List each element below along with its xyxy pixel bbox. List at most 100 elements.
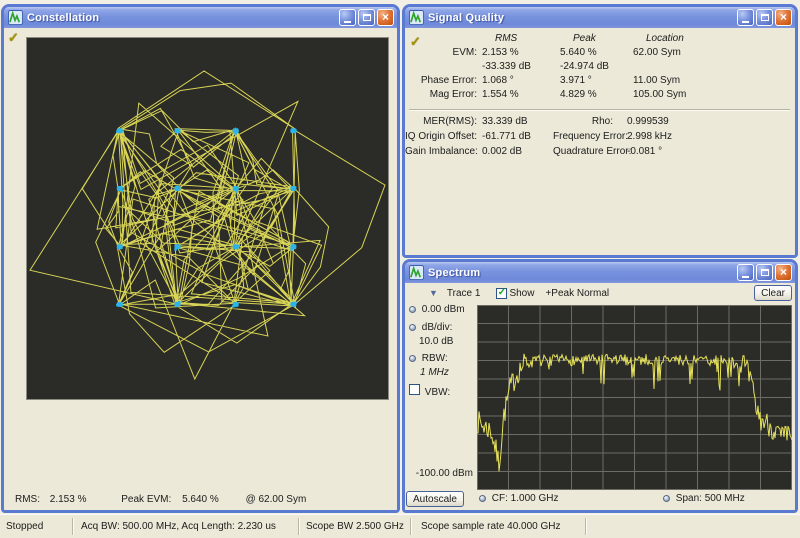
quadrature-error-value: -0.081 ° — [618, 146, 795, 157]
mag-error-peak: 4.829 % — [560, 89, 633, 100]
application-workspace: Constellation × ✓ RMS: 2.153 % Peak EVM:… — [0, 0, 800, 537]
spectrum-window: Spectrum × ▼ Trace 1 ✓ Show +Peak Normal… — [402, 259, 798, 513]
spectrum-titlebar[interactable]: Spectrum × — [405, 262, 795, 283]
peak-evm-value: 5.640 % — [182, 494, 219, 505]
signal-quality-client: ✓ RMS Peak Location EVM: 2.153 % 5.640 %… — [405, 28, 795, 255]
db-div-knob-icon[interactable] — [409, 324, 416, 331]
peak-evm-label: Peak EVM: — [121, 494, 171, 505]
frequency-error-label: Frequency Error: — [553, 131, 618, 142]
constellation-status-line: RMS: 2.153 % Peak EVM: 5.640 % @ 62.00 S… — [15, 494, 306, 505]
mag-error-rms: 1.554 % — [482, 89, 560, 100]
run-state-status: Stopped — [0, 518, 73, 535]
chevron-down-icon[interactable]: ▼ — [429, 288, 438, 298]
minimize-button[interactable] — [737, 9, 754, 26]
minimize-button[interactable] — [737, 264, 754, 281]
maximize-button[interactable] — [756, 9, 773, 26]
app-icon — [409, 10, 424, 25]
maximize-button[interactable] — [358, 9, 375, 26]
column-header-peak: Peak — [560, 33, 633, 44]
show-checkbox[interactable]: ✓ — [496, 288, 507, 299]
app-icon — [8, 10, 23, 25]
rbw-label[interactable]: RBW: — [422, 353, 448, 364]
scope-sample-rate-status: Scope sample rate 40.000 GHz — [411, 518, 586, 535]
phase-error-peak: 3.971 ° — [560, 75, 633, 86]
iq-origin-offset-label: IQ Origin Offset: — [405, 131, 482, 142]
vbw-checkbox[interactable] — [409, 384, 420, 395]
constellation-window: Constellation × ✓ RMS: 2.153 % Peak EVM:… — [1, 4, 400, 513]
acquisition-status: Acq BW: 500.00 MHz, Acq Length: 2.230 us — [73, 518, 299, 535]
rms-label: RMS: — [15, 494, 40, 505]
quadrature-error-label: Quadrature Error: — [553, 146, 618, 157]
status-spacer — [586, 518, 800, 535]
constellation-titlebar[interactable]: Constellation × — [4, 7, 397, 28]
section-divider — [409, 109, 790, 111]
column-header-location: Location — [633, 33, 795, 44]
gain-imbalance-label: Gain Imbalance: — [405, 146, 482, 157]
signal-quality-titlebar[interactable]: Signal Quality × — [405, 7, 795, 28]
phase-error-location: 11.00 Sym — [633, 75, 795, 86]
mag-error-location: 105.00 Sym — [633, 89, 795, 100]
constellation-plot[interactable] — [26, 37, 389, 400]
close-button[interactable]: × — [775, 264, 792, 281]
rbw-value[interactable]: 1 MHz — [420, 367, 449, 378]
frequency-error-value: 2.998 kHz — [618, 131, 795, 142]
autoscale-button[interactable]: Autoscale — [406, 491, 464, 507]
analysis-valid-check-icon: ✓ — [8, 31, 19, 44]
center-frequency-control[interactable]: CF: 1.000 GHz — [479, 493, 558, 504]
spectrum-toolbar: ▼ Trace 1 ✓ Show +Peak Normal Clear — [405, 283, 795, 303]
bottom-level-value[interactable]: -100.00 dBm — [405, 468, 473, 479]
spectrum-trace — [477, 305, 792, 490]
status-bar: Stopped Acq BW: 500.00 MHz, Acq Length: … — [0, 514, 800, 538]
close-button[interactable]: × — [775, 9, 792, 26]
evm-rms-db: -33.339 dB — [482, 61, 560, 72]
signal-quality-window: Signal Quality × ✓ RMS Peak Location EVM… — [402, 4, 798, 258]
show-label: Show — [509, 288, 534, 299]
row-label: Phase Error: — [405, 75, 482, 86]
constellation-client: ✓ RMS: 2.153 % Peak EVM: 5.640 % @ 62.00… — [4, 28, 397, 510]
spectrum-left-panel: 0.00 dBm dB/div: 10.0 dB RBW: 1 MHz — [405, 303, 477, 510]
rbw-knob-icon[interactable] — [409, 355, 416, 362]
rms-value: 2.153 % — [50, 494, 87, 505]
span-value[interactable]: Span: 500 MHz — [676, 493, 745, 504]
signal-quality-table: RMS Peak Location EVM: 2.153 % 5.640 % 6… — [405, 31, 795, 101]
row-label: Mag Error: — [405, 89, 482, 100]
iq-origin-offset-value: -61.771 dB — [482, 131, 553, 142]
evm-location: 62.00 Sym — [633, 47, 795, 58]
signal-quality-summary: MER(RMS): 33.339 dB Rho: 0.999539 IQ Ori… — [405, 114, 795, 159]
row-label: EVM: — [405, 47, 482, 58]
minimize-button[interactable] — [339, 9, 356, 26]
evm-peak: 5.640 % — [560, 47, 633, 58]
ref-level-value[interactable]: 0.00 dBm — [422, 304, 465, 315]
mer-label: MER(RMS): — [405, 116, 482, 127]
rho-value: 0.999539 — [618, 116, 795, 127]
constellation-trace — [27, 38, 388, 399]
db-div-label[interactable]: dB/div: — [422, 322, 453, 333]
cf-value[interactable]: CF: 1.000 GHz — [492, 493, 559, 504]
rho-label: Rho: — [553, 116, 618, 127]
window-title: Constellation — [27, 12, 339, 24]
mer-value: 33.339 dB — [482, 116, 553, 127]
cf-knob-icon[interactable] — [479, 495, 486, 502]
evm-rms: 2.153 % — [482, 47, 560, 58]
clear-button[interactable]: Clear — [754, 285, 792, 301]
spectrum-plot[interactable] — [477, 305, 792, 490]
db-div-value[interactable]: 10.0 dB — [419, 336, 453, 347]
vbw-label: VBW: — [425, 387, 450, 398]
trace-selector[interactable]: Trace 1 — [447, 288, 481, 299]
peak-location-value: @ 62.00 Sym — [246, 494, 307, 505]
span-control[interactable]: Span: 500 MHz — [663, 493, 745, 504]
app-icon — [409, 265, 424, 280]
phase-error-rms: 1.068 ° — [482, 75, 560, 86]
close-button[interactable]: × — [377, 9, 394, 26]
scope-bw-status: Scope BW 2.500 GHz — [299, 518, 411, 535]
spectrum-client: ▼ Trace 1 ✓ Show +Peak Normal Clear 0.00… — [405, 283, 795, 510]
gain-imbalance-value: 0.002 dB — [482, 146, 553, 157]
evm-peak-db: -24.974 dB — [560, 61, 633, 72]
span-knob-icon[interactable] — [663, 495, 670, 502]
ref-level-knob-icon[interactable] — [409, 306, 416, 313]
window-title: Spectrum — [428, 267, 737, 279]
window-title: Signal Quality — [428, 12, 737, 24]
column-header-rms: RMS — [482, 33, 560, 44]
detector-mode-label[interactable]: +Peak Normal — [545, 288, 609, 299]
maximize-button[interactable] — [756, 264, 773, 281]
